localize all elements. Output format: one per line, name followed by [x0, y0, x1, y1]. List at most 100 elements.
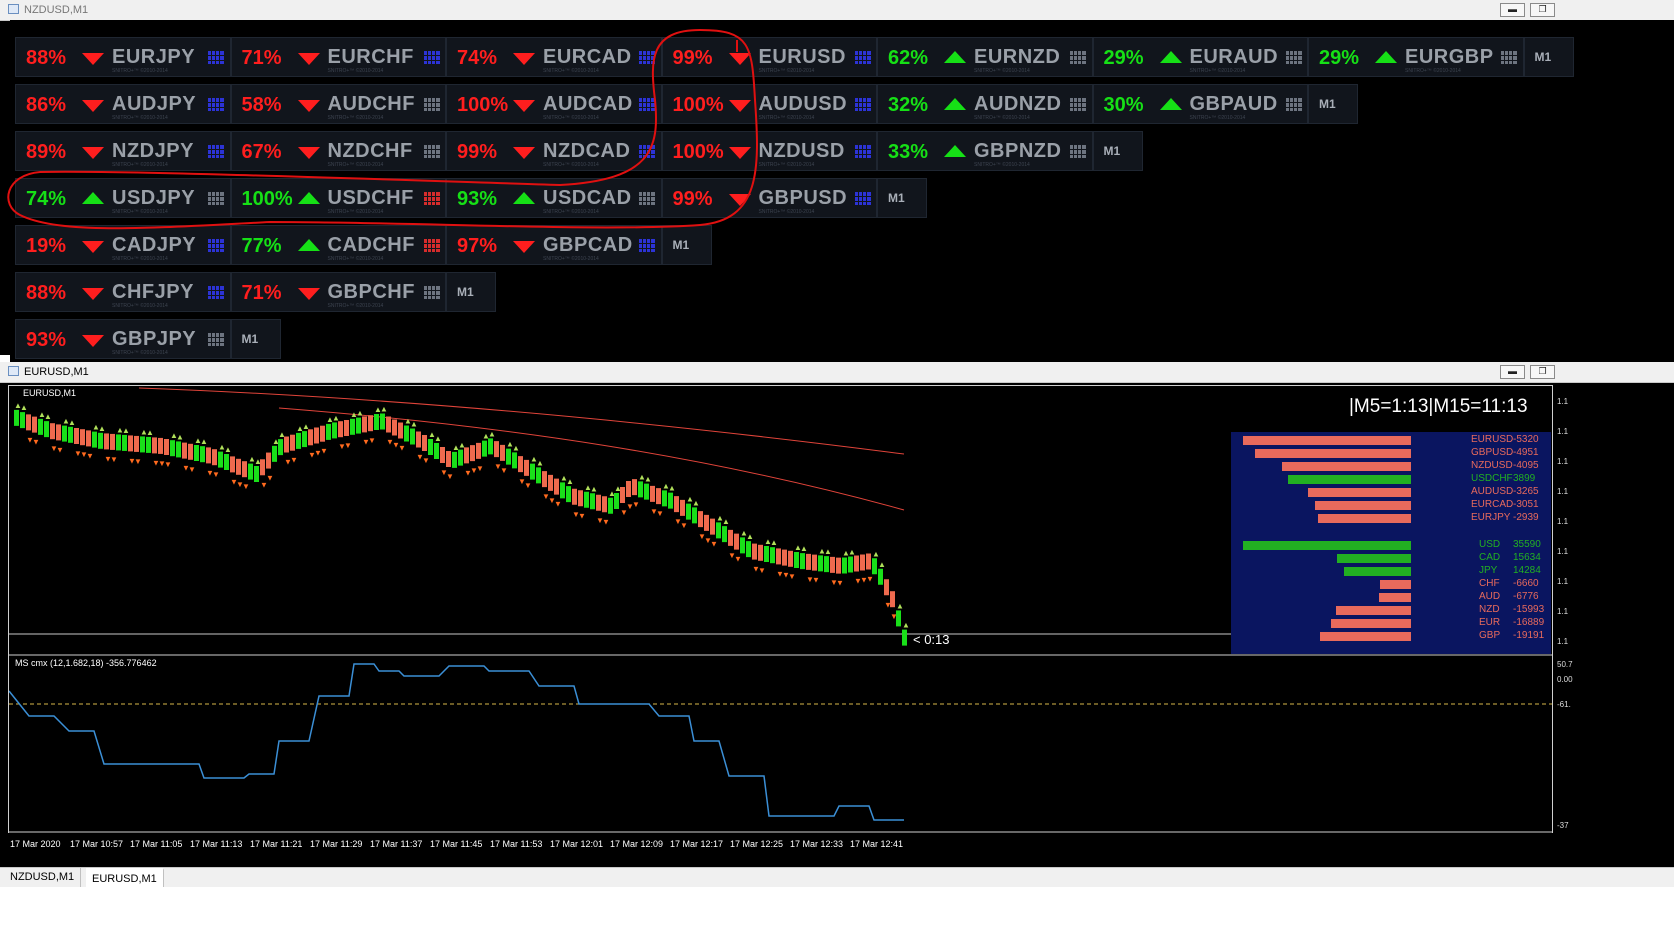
pair-cell-audchf[interactable]: 58% AUDCHF SNITRO+™ ©2010-2014: [230, 84, 446, 124]
pair-cell-eurgbp[interactable]: 29% EURGBP SNITRO+™ ©2010-2014: [1308, 37, 1524, 77]
candle: [602, 496, 607, 513]
candle: [374, 414, 379, 430]
timeframe-cell[interactable]: M1: [1308, 84, 1358, 124]
timeframe-cell[interactable]: M1: [230, 319, 281, 359]
grid-icon[interactable]: [423, 145, 440, 158]
time-axis[interactable]: 17 Mar 2020 17 Mar 10:57 17 Mar 11:05 17 Ma…: [0, 833, 1674, 855]
grid-icon[interactable]: [423, 192, 440, 205]
candle: [350, 418, 355, 435]
arrow-down-icon: ▼: [554, 500, 562, 509]
timeframe-cell[interactable]: M1: [1092, 131, 1143, 171]
price-axis[interactable]: 1.1 1.1 1.1 1.1 1.1 1.1 1.1 1.1 1.1 50.7 0.00 -61. -…: [1553, 385, 1674, 855]
watermark-text: SNITRO+™ ©2010-2014: [112, 115, 168, 121]
candle: [272, 445, 277, 462]
tab-eurusd[interactable]: EURUSD,M1: [86, 868, 164, 887]
arrow-down-icon: ▼: [164, 460, 172, 469]
restore-button[interactable]: ❐: [1530, 365, 1555, 379]
candle: [494, 441, 499, 458]
pair-cell-audcad[interactable]: 100% AUDCAD SNITRO+™ ©2010-2014: [446, 84, 662, 124]
grid-icon[interactable]: [423, 286, 440, 299]
candle: [422, 435, 427, 451]
grid-icon[interactable]: [1285, 98, 1302, 111]
strength-bar: [1243, 436, 1411, 445]
arrow-down-icon: ▼: [56, 445, 64, 454]
grid-icon[interactable]: [854, 145, 871, 158]
pair-cell-eurcad[interactable]: 74% EURCAD SNITRO+™ ©2010-2014: [446, 37, 662, 77]
grid-icon[interactable]: [423, 239, 440, 252]
grid-icon[interactable]: [639, 192, 655, 205]
grid-icon[interactable]: [208, 286, 224, 299]
pair-cell-audnzd[interactable]: 32% AUDNZD SNITRO+™ ©2010-2014: [877, 84, 1093, 124]
restore-button[interactable]: ❐: [1530, 3, 1555, 17]
strength-value: -16889: [1513, 617, 1545, 628]
pair-cell-cadchf[interactable]: 77% CADCHF SNITRO+™ ©2010-2014: [230, 225, 446, 265]
pair-cell-chfjpy[interactable]: 88% CHFJPY SNITRO+™ ©2010-2014: [15, 272, 231, 312]
minimize-button[interactable]: ▬: [1500, 365, 1525, 379]
watermark-text: SNITRO+™ ©2010-2014: [758, 68, 815, 74]
arrow-down-icon: ▼: [86, 451, 94, 460]
pair-cell-gbpchf[interactable]: 71% GBPCHF SNITRO+™ ©2010-2014: [230, 272, 446, 312]
date-tick-label: 17 Mar 11:53: [490, 839, 543, 849]
pair-cell-gbpnzd[interactable]: 33% GBPNZD SNITRO+™ ©2010-2014: [877, 131, 1093, 171]
grid-icon[interactable]: [208, 333, 224, 346]
grid-icon[interactable]: [639, 98, 655, 111]
grid-icon[interactable]: [208, 145, 224, 158]
grid-icon[interactable]: [1070, 98, 1086, 111]
grid-icon[interactable]: [208, 51, 224, 64]
arrow-up-icon: [513, 192, 535, 204]
timeframe-cell[interactable]: M1: [446, 272, 496, 312]
grid-icon[interactable]: [208, 98, 224, 111]
price-chart-area[interactable]: ▲ ▲ ▼ ▼ ▲ ▲ ▼ ▼ ▲ ▲ ▼ ▼ ▼ ▲ ▲ ▼ ▼ ▲ ▲ ▼ ▼ ▲ ▲ ▼ ▼ ▼ ▲ ▲ ▼ ▼ ▲ ▲ ▼ ▼ ▲ ▲ ▼ ▼ ▼ ▲…: [8, 385, 1553, 855]
timeframe-cell[interactable]: M1: [661, 225, 712, 265]
grid-icon[interactable]: [854, 192, 871, 205]
candle: [848, 556, 853, 573]
window-nzdusd-titlebar[interactable]: NZDUSD,M1 ▬ ❐: [0, 0, 1674, 21]
grid-icon[interactable]: [639, 239, 655, 252]
candle: [434, 443, 439, 459]
watermark-text: SNITRO+™ ©2010-2014: [112, 162, 168, 168]
candle: [188, 443, 193, 460]
pair-cell-gbpcad[interactable]: 97% GBPCAD SNITRO+™ ©2010-2014: [446, 225, 662, 265]
candle: [326, 423, 331, 440]
grid-icon[interactable]: [854, 98, 871, 111]
pair-cell-audjpy[interactable]: 86% AUDJPY SNITRO+™ ©2010-2014: [15, 84, 231, 124]
grid-icon[interactable]: [1285, 51, 1302, 64]
pair-cell-usdchf[interactable]: 100% USDCHF SNITRO+™ ©2010-2014: [230, 178, 446, 218]
pair-cell-nzdchf[interactable]: 67% NZDCHF SNITRO+™ ©2010-2014: [230, 131, 446, 171]
candle: [620, 487, 625, 503]
timeframe-cell[interactable]: M1: [1523, 37, 1574, 77]
grid-icon[interactable]: [639, 51, 655, 64]
grid-icon[interactable]: [639, 145, 655, 158]
pair-cell-usdjpy[interactable]: 74% USDJPY SNITRO+™ ©2010-2014: [15, 178, 231, 218]
pair-cell-nzdcad[interactable]: 99% NZDCAD SNITRO+™ ©2010-2014: [446, 131, 662, 171]
pair-cell-audusd[interactable]: 100% AUDUSD SNITRO+™ ©2010-2014: [661, 84, 877, 124]
grid-icon[interactable]: [854, 51, 871, 64]
pair-cell-eurchf[interactable]: 71% EURCHF SNITRO+™ ©2010-2014: [230, 37, 446, 77]
pair-cell-nzdjpy[interactable]: 89% NZDJPY SNITRO+™ ©2010-2014: [15, 131, 231, 171]
grid-icon[interactable]: [423, 98, 440, 111]
grid-icon[interactable]: [208, 192, 224, 205]
grid-icon[interactable]: [1070, 145, 1086, 158]
candle: [680, 499, 685, 516]
grid-icon[interactable]: [423, 51, 440, 64]
grid-icon[interactable]: [208, 239, 224, 252]
pair-cell-gbpusd[interactable]: 99% GBPUSD SNITRO+™ ©2010-2014: [661, 178, 877, 218]
pair-cell-gbpjpy[interactable]: 93% GBPJPY SNITRO+™ ©2010-2014: [15, 319, 231, 359]
minimize-button[interactable]: ▬: [1500, 3, 1525, 17]
pair-cell-usdcad[interactable]: 93% USDCAD SNITRO+™ ©2010-2014: [446, 178, 662, 218]
pair-cell-eurusd[interactable]: 99% EURUSD SNITRO+™ ©2010-2014: [661, 37, 877, 77]
price-tick-label: 1.1: [1557, 397, 1569, 406]
pair-cell-gbpaud[interactable]: 30% GBPAUD SNITRO+™ ©2010-2014: [1092, 84, 1308, 124]
tab-nzdusd[interactable]: NZDUSD,M1: [4, 868, 82, 887]
pair-cell-eurnzd[interactable]: 62% EURNZD SNITRO+™ ©2010-2014: [877, 37, 1093, 77]
grid-icon[interactable]: [1501, 51, 1517, 64]
pair-cell-nzdusd[interactable]: 100% NZDUSD SNITRO+™ ©2010-2014: [661, 131, 877, 171]
timeframe-cell[interactable]: M1: [877, 178, 927, 218]
pair-cell-euraud[interactable]: 29% EURAUD SNITRO+™ ©2010-2014: [1092, 37, 1308, 77]
pair-cell-eurjpy[interactable]: 88% EURJPY SNITRO+™ ©2010-2014: [15, 37, 231, 77]
pair-cell-cadjpy[interactable]: 19% CADJPY SNITRO+™ ©2010-2014: [15, 225, 231, 265]
watermark-text: SNITRO+™ ©2010-2014: [327, 209, 384, 215]
chart-tab-bar: NZDUSD,M1 EURUSD,M1: [0, 867, 1674, 888]
window-eurusd-titlebar[interactable]: EURUSD,M1 ▬ ❐: [0, 362, 1674, 383]
grid-icon[interactable]: [1070, 51, 1086, 64]
